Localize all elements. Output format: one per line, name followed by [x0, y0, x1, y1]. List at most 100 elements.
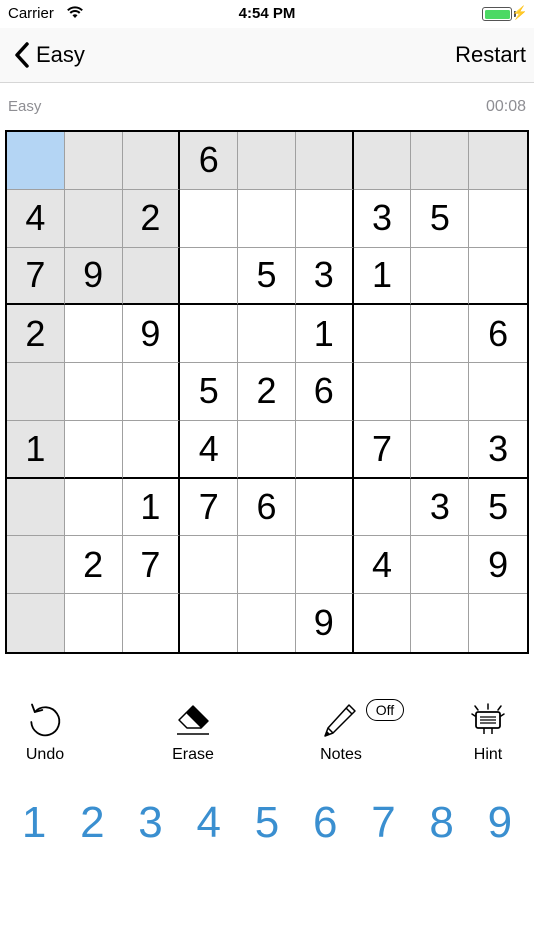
board-cell-r9-c7[interactable] — [354, 594, 412, 652]
board-cell-r9-c6[interactable]: 9 — [296, 594, 354, 652]
board-cell-r4-c1[interactable]: 2 — [7, 305, 65, 364]
board-cell-r5-c3[interactable] — [122, 363, 181, 421]
number-key-8[interactable]: 8 — [413, 795, 471, 851]
board-cell-r4-c5[interactable] — [238, 305, 296, 364]
undo-button[interactable]: Undo — [0, 700, 90, 770]
board-cell-r6-c2[interactable] — [64, 420, 123, 479]
board-cell-r4-c9[interactable]: 6 — [469, 305, 527, 364]
board-cell-r2-c8[interactable]: 5 — [411, 189, 470, 248]
board-cell-r1-c4[interactable]: 6 — [180, 132, 239, 190]
board-cell-r7-c6[interactable] — [295, 478, 354, 537]
board-cell-r1-c2[interactable] — [64, 132, 123, 190]
board-cell-r5-c1[interactable] — [7, 363, 65, 421]
board-cell-r5-c4[interactable]: 5 — [180, 363, 239, 421]
number-key-4[interactable]: 4 — [180, 795, 238, 851]
board-cell-r2-c1[interactable]: 4 — [7, 189, 65, 248]
board-cell-r7-c7[interactable] — [353, 478, 412, 537]
board-cell-r7-c2[interactable] — [64, 478, 123, 537]
board-cell-r9-c8[interactable] — [411, 594, 470, 652]
number-key-2[interactable]: 2 — [63, 795, 121, 851]
board-cell-r3-c6[interactable]: 3 — [295, 247, 354, 306]
board-cell-r2-c2[interactable] — [64, 189, 123, 248]
board-cell-r6-c9[interactable]: 3 — [469, 421, 527, 479]
board-cell-r4-c8[interactable] — [411, 305, 470, 364]
board-cell-r2-c5[interactable] — [238, 189, 296, 248]
board-cell-r2-c3[interactable]: 2 — [122, 189, 181, 248]
board-cell-r9-c1[interactable] — [7, 594, 65, 652]
restart-button[interactable]: Restart — [455, 38, 526, 72]
board-cell-r3-c7[interactable]: 1 — [353, 247, 412, 306]
board-cell-r3-c2[interactable]: 9 — [64, 247, 123, 306]
board-cell-r5-c2[interactable] — [64, 363, 123, 421]
board-cell-r7-c3[interactable]: 1 — [122, 478, 181, 537]
board-cell-r4-c6[interactable]: 1 — [295, 305, 354, 364]
chevron-left-icon — [15, 42, 29, 68]
board-cell-r8-c6[interactable] — [295, 536, 354, 595]
board-cell-r2-c4[interactable] — [180, 189, 239, 248]
board-cell-r1-c1[interactable] — [7, 132, 65, 190]
board-cell-r1-c9[interactable] — [469, 132, 527, 190]
board-cell-r1-c3[interactable] — [122, 132, 181, 190]
board-cell-r4-c3[interactable]: 9 — [122, 305, 181, 364]
board-cell-r8-c3[interactable]: 7 — [122, 536, 181, 595]
board-cell-r3-c4[interactable] — [180, 247, 239, 306]
board-cell-r9-c2[interactable] — [65, 594, 123, 652]
board-cell-r6-c1[interactable]: 1 — [7, 420, 65, 479]
board-cell-r8-c2[interactable]: 2 — [64, 536, 123, 595]
number-key-9[interactable]: 9 — [471, 795, 529, 851]
board-cell-r6-c3[interactable] — [122, 420, 181, 479]
timer: 00:08 — [485, 98, 526, 115]
board-cell-r4-c7[interactable] — [353, 305, 412, 364]
board-cell-r7-c9[interactable]: 5 — [469, 479, 527, 537]
board-cell-r1-c6[interactable] — [295, 132, 354, 190]
board-cell-r3-c1[interactable]: 7 — [7, 247, 65, 306]
toolbar: Undo Erase Notes Hint — [0, 700, 534, 770]
number-key-6[interactable]: 6 — [296, 795, 354, 851]
board-cell-r5-c5[interactable]: 2 — [238, 363, 296, 421]
pencil-icon — [324, 704, 356, 737]
board-cell-r3-c5[interactable]: 5 — [238, 247, 296, 306]
board-cell-r7-c8[interactable]: 3 — [411, 478, 470, 537]
number-key-3[interactable]: 3 — [121, 795, 179, 851]
board-cell-r6-c5[interactable] — [238, 420, 296, 479]
board-cell-r7-c5[interactable]: 6 — [238, 478, 296, 537]
board-cell-r3-c3[interactable] — [122, 247, 181, 306]
board-cell-r6-c7[interactable]: 7 — [353, 420, 412, 479]
board-cell-r9-c3[interactable] — [123, 594, 181, 652]
board-cell-r8-c4[interactable] — [180, 536, 239, 595]
board-cell-r7-c4[interactable]: 7 — [180, 478, 239, 537]
board-cell-r6-c8[interactable] — [411, 420, 470, 479]
board-cell-r5-c7[interactable] — [353, 363, 412, 421]
board-cell-r1-c8[interactable] — [411, 132, 470, 190]
board-cell-r3-c9[interactable] — [469, 248, 527, 306]
board-cell-r8-c1[interactable] — [7, 536, 65, 595]
board-cell-r6-c4[interactable]: 4 — [180, 420, 239, 479]
erase-button[interactable]: Erase — [148, 700, 238, 770]
number-key-5[interactable]: 5 — [238, 795, 296, 851]
board-cell-r4-c4[interactable] — [180, 305, 239, 364]
board-cell-r2-c7[interactable]: 3 — [353, 189, 412, 248]
board-cell-r3-c8[interactable] — [411, 247, 470, 306]
board-cell-r5-c9[interactable] — [469, 363, 527, 421]
board-cell-r7-c1[interactable] — [7, 478, 65, 537]
number-key-7[interactable]: 7 — [354, 795, 412, 851]
sudoku-board: 6423579531291652614731763527499 — [5, 130, 529, 654]
back-button[interactable]: Easy — [12, 38, 85, 72]
board-cell-r2-c6[interactable] — [295, 189, 354, 248]
board-cell-r2-c9[interactable] — [469, 190, 527, 248]
board-cell-r5-c6[interactable]: 6 — [295, 363, 354, 421]
board-cell-r8-c8[interactable] — [411, 536, 470, 595]
board-cell-r8-c7[interactable]: 4 — [353, 536, 412, 595]
hint-button[interactable]: Hint — [443, 700, 533, 770]
board-cell-r8-c9[interactable]: 9 — [469, 536, 527, 595]
board-cell-r8-c5[interactable] — [238, 536, 296, 595]
board-cell-r1-c7[interactable] — [353, 132, 412, 190]
board-cell-r6-c6[interactable] — [295, 420, 354, 479]
number-key-1[interactable]: 1 — [5, 795, 63, 851]
board-cell-r9-c5[interactable] — [238, 594, 296, 652]
board-cell-r9-c4[interactable] — [180, 594, 239, 652]
board-cell-r1-c5[interactable] — [238, 132, 296, 190]
board-cell-r5-c8[interactable] — [411, 363, 470, 421]
board-cell-r4-c2[interactable] — [64, 305, 123, 364]
board-cell-r9-c9[interactable] — [469, 594, 527, 652]
